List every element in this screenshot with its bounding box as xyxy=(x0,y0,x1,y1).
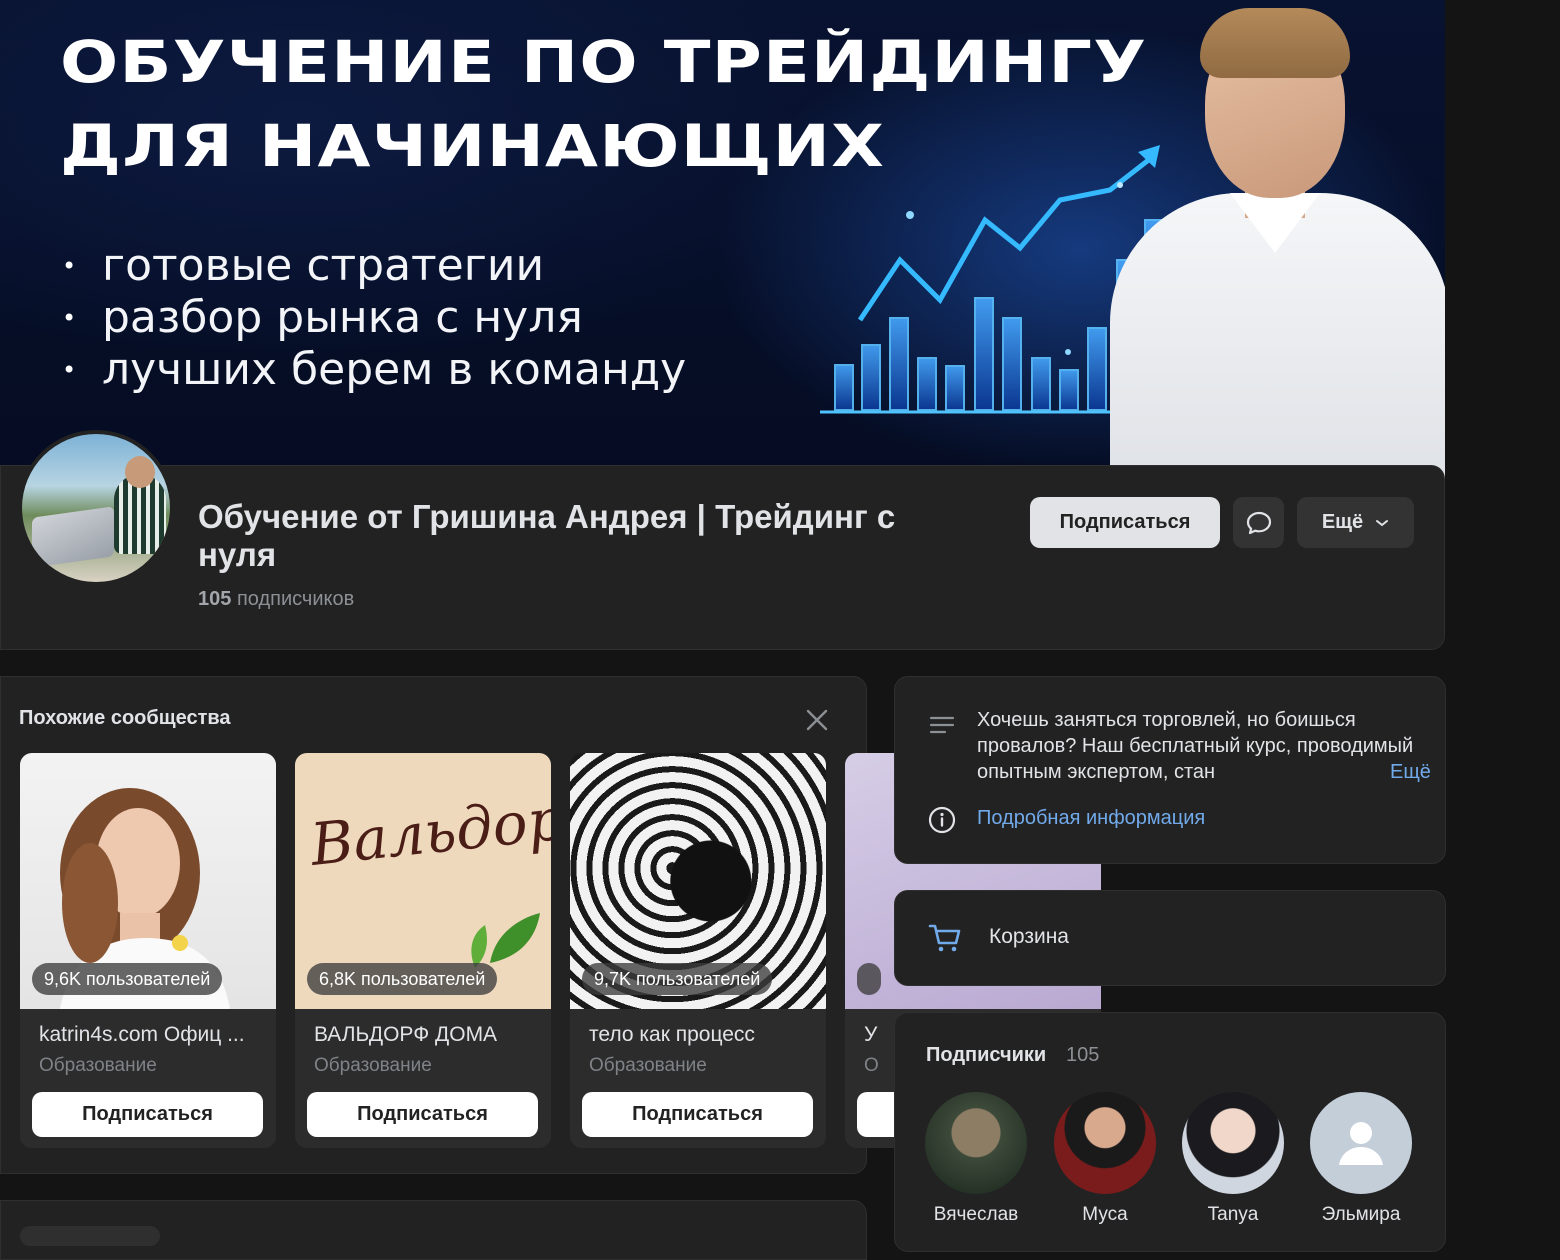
similar-community-card[interactable]: 9,6K пользователей katrin4s.com Офиц ...… xyxy=(20,753,276,1148)
follower-name: Муса xyxy=(1082,1204,1128,1225)
community-name[interactable]: тело как процесс xyxy=(589,1023,811,1047)
subscribe-button[interactable]: Подписаться xyxy=(1030,497,1220,548)
chevron-down-icon xyxy=(1376,519,1389,526)
avatar xyxy=(1182,1092,1284,1194)
message-button[interactable] xyxy=(1233,497,1284,548)
user-placeholder-icon xyxy=(1339,1122,1383,1165)
community-name[interactable]: katrin4s.com Офиц ... xyxy=(39,1023,261,1047)
follower-item[interactable]: Tanya xyxy=(1181,1092,1285,1226)
follower-name: Вячеслав xyxy=(933,1204,1019,1225)
more-button-label: Ещё xyxy=(1321,511,1364,533)
avatar xyxy=(925,1092,1027,1194)
members-badge xyxy=(857,963,881,995)
cover-banner: ОБУЧЕНИЕ ПО ТРЕЙДИНГУ ДЛЯ НАЧИНАЮЩИХ • го… xyxy=(0,0,1445,480)
subscribe-button[interactable]: Подписаться xyxy=(582,1092,813,1137)
follower-name: Tanya xyxy=(1207,1204,1259,1225)
cart-card[interactable] xyxy=(894,890,1446,986)
cover-bullet: • разбор рынка с нуля xyxy=(62,292,583,343)
community-name: Обучение от Гришина Андрея | Трейдинг с … xyxy=(198,498,896,573)
follower-item[interactable]: Муса xyxy=(1053,1092,1157,1226)
followers-count: 105 xyxy=(1066,1044,1100,1066)
subscribe-button[interactable]: Подписаться xyxy=(307,1092,538,1137)
info-icon xyxy=(928,806,956,834)
follower-item[interactable]: Эльмира xyxy=(1309,1092,1413,1226)
subscribe-button[interactable]: Подписаться xyxy=(32,1092,263,1137)
similar-community-card[interactable]: Вальдорф дома 6,8K пользователей ВАЛЬДОР… xyxy=(295,753,551,1148)
close-icon[interactable] xyxy=(804,707,830,733)
about-description: Хочешь заняться торговлей, но боишься пр… xyxy=(977,709,1414,783)
svg-text:Вальдорф дома: Вальдорф дома xyxy=(306,762,551,879)
cover-title-line-1: ОБУЧЕНИЕ ПО ТРЕЙДИНГУ xyxy=(60,28,1148,96)
presenter-photo xyxy=(1110,8,1445,480)
cover-bullet: • лучших берем в команду xyxy=(62,344,687,395)
cart-label[interactable]: Корзина xyxy=(989,925,1069,949)
avatar xyxy=(1310,1092,1412,1194)
community-name[interactable]: ВАЛЬДОРФ ДОМА xyxy=(314,1023,536,1047)
similar-communities-title: Похожие сообщества xyxy=(19,707,231,729)
community-category: Образование xyxy=(589,1055,707,1076)
avatar xyxy=(1054,1092,1156,1194)
about-more-link[interactable]: Ещё xyxy=(1362,759,1431,785)
chat-bubble-icon xyxy=(1246,511,1271,534)
community-avatar[interactable] xyxy=(18,430,174,586)
cart-icon xyxy=(928,924,961,952)
members-badge: 6,8K пользователей xyxy=(307,963,498,995)
community-category: Образование xyxy=(314,1055,432,1076)
wall-tab-placeholder xyxy=(20,1226,160,1246)
members-badge: 9,6K пользователей xyxy=(32,963,223,995)
follower-name: Эльмира xyxy=(1321,1204,1401,1225)
community-category: Образование xyxy=(39,1055,157,1076)
text-lines-icon xyxy=(929,716,955,734)
cover-bullet-list: • готовые стратегии • разбор рынка с нуля … xyxy=(62,240,686,396)
members-badge: 9,7K пользователей xyxy=(582,963,773,995)
cover-bullet: • готовые стратегии xyxy=(62,240,545,291)
more-button[interactable]: Ещё xyxy=(1297,497,1414,548)
follower-item[interactable]: Вячеслав xyxy=(924,1092,1028,1226)
subscribers-count[interactable]: 105 подписчиков xyxy=(198,588,354,611)
cover-title-line-2: ДЛЯ НАЧИНАЮЩИХ xyxy=(60,112,886,180)
similar-community-card[interactable]: 9,7K пользователей тело как процесс Обра… xyxy=(570,753,826,1148)
details-link[interactable]: Подробная информация xyxy=(977,807,1205,830)
community-category: О xyxy=(864,1055,879,1076)
followers-title[interactable]: Подписчики xyxy=(926,1044,1046,1067)
